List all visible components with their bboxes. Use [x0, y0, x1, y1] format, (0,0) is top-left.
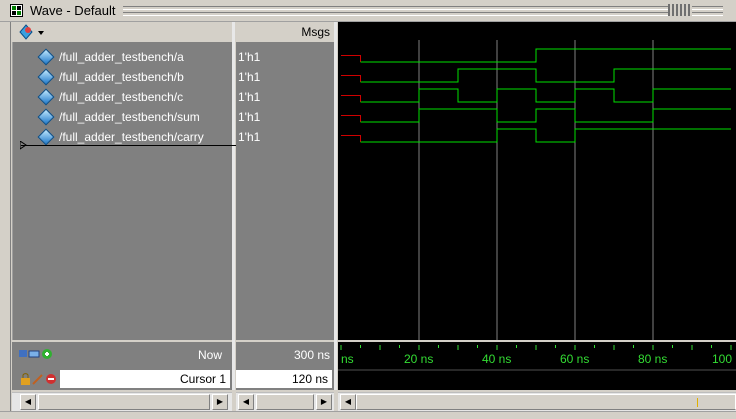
waveform-unknown-segment — [341, 115, 361, 122]
scroll-left-button[interactable]: ◀ — [20, 394, 36, 410]
cursor-name-field[interactable]: Cursor 1 — [60, 370, 230, 388]
msgs-column-header: Msgs — [236, 22, 334, 43]
insertion-marker-icon — [20, 141, 27, 150]
signal-icon — [37, 68, 55, 86]
signal-row[interactable]: /full_adder_testbench/a — [18, 47, 232, 67]
signal-value: 1'h1 — [238, 110, 261, 124]
ruler-tick-label: 80 ns — [638, 352, 667, 366]
signal-icon — [37, 88, 55, 106]
title-grip — [123, 12, 723, 16]
title-grip — [123, 6, 723, 10]
signal-icon — [37, 108, 55, 126]
waveform-unknown-segment — [341, 55, 361, 62]
signal-name: /full_adder_testbench/b — [59, 70, 184, 84]
scroll-right-button[interactable]: ▶ — [316, 394, 332, 410]
ruler-tick-label: ns — [341, 352, 354, 366]
signal-row[interactable]: /full_adder_testbench/carry — [18, 127, 232, 147]
scroll-right-button[interactable]: ▶ — [212, 394, 228, 410]
signal-icon — [37, 48, 55, 66]
window-title: Wave - Default — [30, 3, 116, 18]
scroll-thumb[interactable] — [38, 394, 210, 410]
waveform-canvas[interactable] — [338, 40, 736, 340]
waveform-unknown-segment — [341, 95, 361, 102]
scroll-left-button[interactable]: ◀ — [238, 394, 254, 410]
wave-window-icon — [10, 4, 23, 17]
add-wave-icon[interactable] — [18, 348, 56, 360]
waveform-trace-b[interactable] — [360, 68, 732, 83]
cursor-label: Cursor 1 — [179, 372, 226, 386]
signal-name: /full_adder_testbench/c — [59, 90, 184, 104]
signal-values-panel: 1'h1 1'h1 1'h1 1'h1 1'h1 — [236, 42, 334, 340]
signal-row[interactable]: /full_adder_testbench/b — [18, 67, 232, 87]
signal-value: 1'h1 — [238, 90, 261, 104]
waveform-trace-c[interactable] — [360, 88, 732, 103]
column-splitter[interactable] — [334, 22, 337, 390]
signal-value: 1'h1 — [238, 70, 261, 84]
values-hscrollbar[interactable]: ◀ ▶ — [236, 392, 334, 411]
column-splitter[interactable] — [232, 22, 235, 390]
signal-menu-icon[interactable] — [18, 24, 46, 40]
ruler-tick-label: 20 ns — [404, 352, 433, 366]
wave-header — [338, 22, 736, 40]
scroll-thumb[interactable] — [356, 394, 736, 410]
signal-name: /full_adder_testbench/carry — [59, 130, 204, 144]
now-label: Now — [197, 348, 222, 362]
cursor-tools — [21, 373, 56, 385]
waveform-trace-carry[interactable] — [360, 128, 732, 143]
scroll-thumb[interactable] — [256, 394, 314, 410]
signal-name: /full_adder_testbench/sum — [59, 110, 200, 124]
signal-column-header — [12, 22, 232, 43]
now-value: 300 ns — [293, 348, 330, 362]
names-hscrollbar[interactable]: ◀ ▶ — [12, 392, 232, 411]
waveform-panel[interactable] — [338, 40, 736, 340]
signal-row[interactable]: /full_adder_testbench/sum — [18, 107, 232, 127]
cursor-value-field[interactable]: 120 ns — [236, 370, 332, 388]
waveform-unknown-segment — [341, 75, 361, 82]
timeline-ruler[interactable]: ns 20 ns 40 ns 60 ns 80 ns 100 — [338, 342, 736, 390]
signal-names-panel[interactable]: /full_adder_testbench/a/full_adder_testb… — [18, 42, 331, 340]
ruler-tick-label: 100 — [712, 352, 732, 366]
waveform-unknown-segment — [341, 135, 361, 142]
delete-icon[interactable] — [46, 374, 56, 384]
signal-name: /full_adder_testbench/a — [59, 50, 184, 64]
signal-icon — [37, 128, 55, 146]
signal-value: 1'h1 — [238, 50, 261, 64]
edit-icon[interactable] — [32, 374, 43, 385]
ruler-tick-label: 60 ns — [560, 352, 589, 366]
signal-value: 1'h1 — [238, 130, 261, 144]
signal-row[interactable]: /full_adder_testbench/c — [18, 87, 232, 107]
cursor-value: 120 ns — [291, 372, 328, 386]
timeline-ruler-canvas: ns 20 ns 40 ns 60 ns 80 ns 100 — [338, 345, 736, 371]
waveform-trace-a[interactable] — [360, 48, 732, 63]
waveform-trace-sum[interactable] — [360, 108, 732, 123]
lock-icon[interactable] — [21, 373, 30, 385]
window-edge — [0, 22, 11, 418]
title-bar[interactable]: Wave - Default — [0, 0, 736, 22]
msgs-label: Msgs — [301, 25, 330, 39]
scroll-left-button[interactable]: ◀ — [340, 394, 356, 410]
title-drag-handle[interactable] — [668, 4, 692, 16]
ruler-tick-label: 40 ns — [482, 352, 511, 366]
wave-hscrollbar[interactable]: ◀ — [338, 392, 736, 411]
